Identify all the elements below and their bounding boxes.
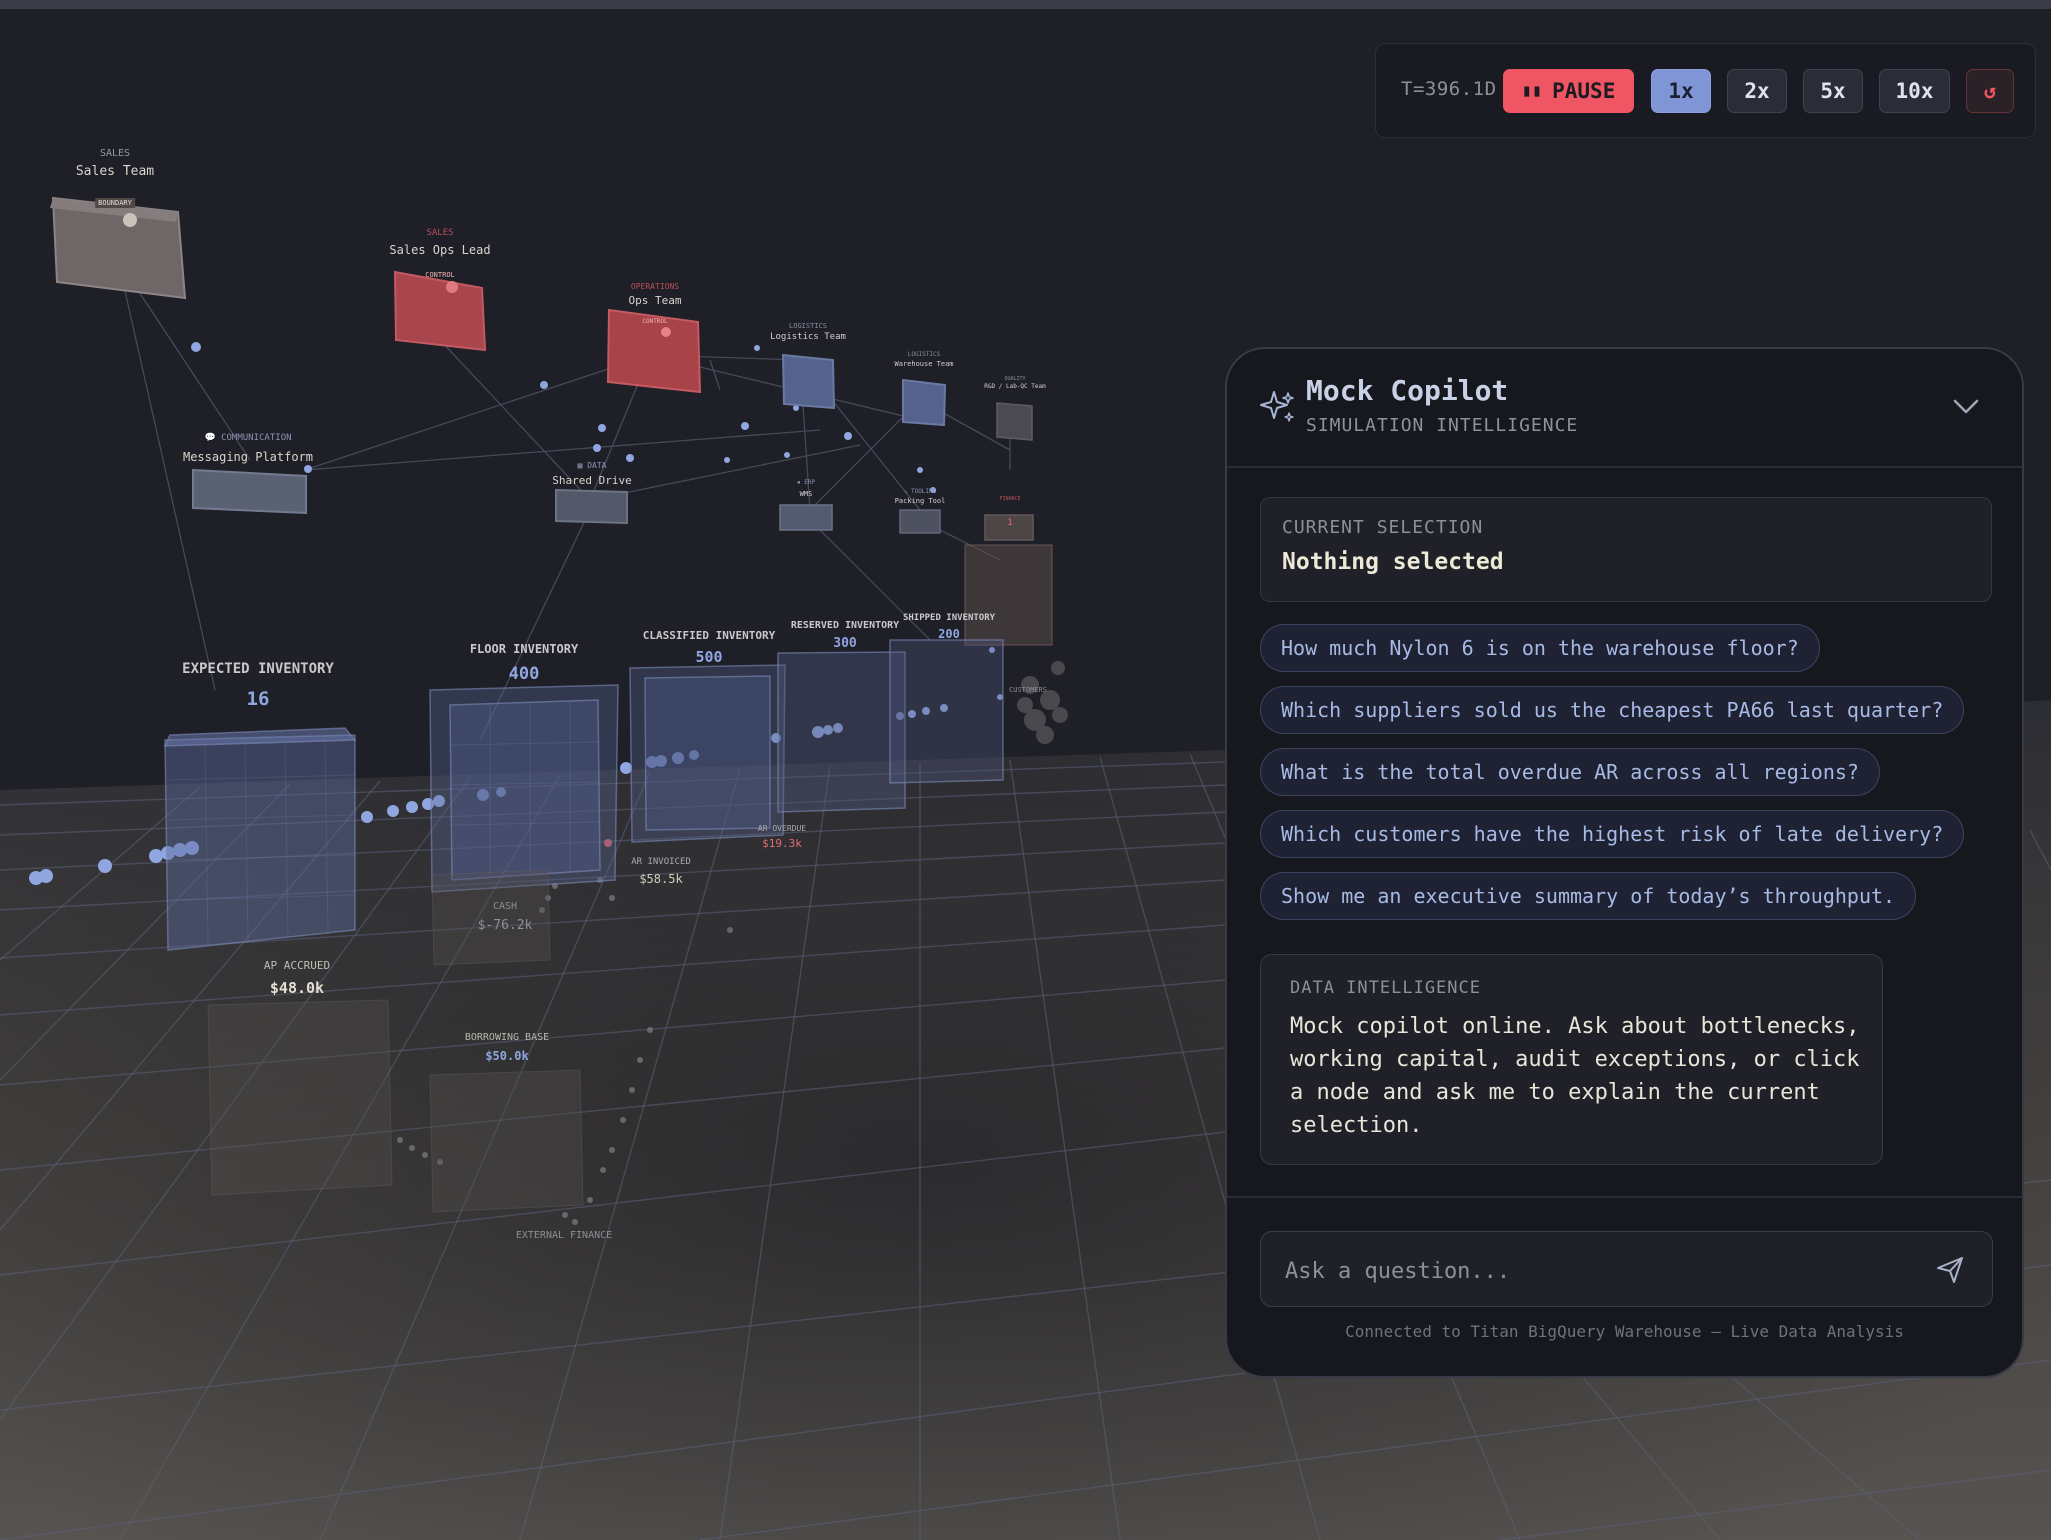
- ar-overdue-label[interactable]: AR OVERDUE: [758, 824, 806, 833]
- assistant-message-body: Mock copilot online. Ask about bottlenec…: [1290, 1014, 1860, 1138]
- qc-team-category: QUALITY: [1004, 376, 1026, 382]
- shared-drive-category: ▦ DATA: [577, 461, 607, 470]
- packing-tool-label[interactable]: Packing Tool: [895, 497, 946, 505]
- shared-drive-category-text: DATA: [587, 461, 607, 470]
- speed-2x-button[interactable]: 2x: [1727, 69, 1787, 113]
- floor-inventory-label[interactable]: FLOOR INVENTORY: [470, 642, 578, 656]
- suggestion-chip-4[interactable]: Which customers have the highest risk of…: [1260, 810, 1965, 858]
- finance-count: 1: [1007, 518, 1013, 528]
- wms-label[interactable]: WMS: [800, 490, 813, 498]
- speed-5x-button[interactable]: 5x: [1803, 69, 1863, 113]
- suggestion-chip-3[interactable]: What is the total overdue AR across all …: [1260, 748, 1880, 796]
- packing-tool-category: ↘ TOOLING: [903, 488, 937, 495]
- warehouse-team-label[interactable]: Warehouse Team: [894, 360, 953, 368]
- shipped-inventory-value: 200: [938, 627, 960, 641]
- borrowing-base-value: $50.0k: [485, 1049, 529, 1063]
- cash-label[interactable]: CASH: [493, 901, 517, 912]
- ar-invoiced-value: $58.5k: [639, 872, 683, 886]
- shared-drive-label[interactable]: Shared Drive: [552, 474, 631, 487]
- question-input-wrapper: [1260, 1231, 1993, 1307]
- expected-inventory-label[interactable]: EXPECTED INVENTORY: [182, 661, 334, 677]
- suggestion-chip-2[interactable]: Which suppliers sold us the cheapest PA6…: [1260, 686, 1965, 734]
- reserved-inventory-value: 300: [833, 636, 857, 651]
- packing-tool-category-text: TOOLING: [910, 488, 937, 495]
- logistics-team-label[interactable]: Logistics Team: [770, 332, 846, 342]
- sales-team-category: SALES: [99, 148, 131, 159]
- external-finance-label[interactable]: EXTERNAL FINANCE: [516, 1230, 612, 1241]
- send-icon[interactable]: [1934, 1254, 1966, 1286]
- ar-overdue-value: $19.3k: [762, 837, 802, 850]
- connection-footer: Connected to Titan BigQuery Warehouse — …: [1345, 1322, 1904, 1341]
- sales-team-label[interactable]: Sales Team: [76, 164, 154, 179]
- ops-team-category: OPERATIONS: [630, 282, 680, 291]
- ar-invoiced-label[interactable]: AR INVOICED: [631, 857, 691, 867]
- floor-inventory-value: 400: [508, 664, 540, 684]
- current-selection-card: CURRENT SELECTION Nothing selected: [1260, 497, 1992, 602]
- shipped-inventory-label[interactable]: SHIPPED INVENTORY: [903, 613, 995, 623]
- composer-divider: [1227, 1196, 2022, 1198]
- sales-ops-tag: CONTROL: [425, 271, 455, 279]
- question-input[interactable]: [1283, 1250, 1907, 1292]
- current-selection-label: CURRENT SELECTION: [1282, 517, 1484, 538]
- classified-inventory-value: 500: [695, 648, 723, 666]
- copilot-header: Mock Copilot SIMULATION INTELLIGENCE: [1227, 349, 2022, 468]
- logistics-team-category: LOGISTICS: [789, 322, 827, 330]
- simulation-controls: T=396.1D ▮▮ PAUSE 1x 2x 5x 10x ↺: [1375, 43, 2036, 138]
- sales-ops-category: SALES: [426, 228, 454, 238]
- copilot-panel: Mock Copilot SIMULATION INTELLIGENCE CUR…: [1225, 347, 2024, 1378]
- window-top-edge: [0, 0, 2051, 9]
- assistant-message: DATA INTELLIGENCE Mock copilot online. A…: [1260, 954, 1883, 1165]
- current-selection-value: Nothing selected: [1282, 549, 1504, 575]
- wms-category-text: ERP: [804, 479, 816, 486]
- finance-category: FINANCE: [999, 496, 1021, 502]
- sales-ops-label[interactable]: Sales Ops Lead: [389, 243, 490, 257]
- speed-10x-button[interactable]: 10x: [1879, 69, 1950, 113]
- ops-team-tag: CONTROL: [642, 318, 668, 325]
- borrowing-base-label[interactable]: BORROWING BASE: [465, 1032, 549, 1043]
- speed-1x-button[interactable]: 1x: [1651, 69, 1711, 113]
- reset-button[interactable]: ↺: [1966, 69, 2014, 113]
- chevron-down-icon[interactable]: [1951, 391, 1981, 421]
- warehouse-team-category: LOGISTICS: [907, 351, 941, 358]
- copilot-subtitle: SIMULATION INTELLIGENCE: [1306, 415, 1579, 436]
- ap-accrued-label[interactable]: AP ACCRUED: [264, 959, 330, 972]
- sparkle-icon: [1260, 391, 1294, 422]
- messaging-category: 💬 COMMUNICATION: [204, 433, 292, 443]
- suggestion-chip-5[interactable]: Show me an executive summary of today’s …: [1260, 872, 1917, 920]
- messaging-category-text: COMMUNICATION: [221, 433, 292, 443]
- classified-inventory-label[interactable]: CLASSIFIED INVENTORY: [643, 629, 775, 642]
- ops-team-label[interactable]: Ops Team: [629, 294, 682, 307]
- messaging-label[interactable]: Messaging Platform: [183, 450, 313, 464]
- ap-accrued-value: $48.0k: [269, 979, 325, 997]
- cash-value: $-76.2k: [477, 918, 533, 933]
- expected-inventory-value: 16: [246, 688, 270, 710]
- sales-team-tag: BOUNDARY: [95, 198, 135, 208]
- assistant-message-label: DATA INTELLIGENCE: [1290, 978, 1481, 998]
- copilot-title: Mock Copilot: [1306, 374, 1509, 407]
- reserved-inventory-label[interactable]: RESERVED INVENTORY: [791, 620, 899, 631]
- pause-icon: ▮▮: [1521, 81, 1543, 101]
- pause-button-label: PAUSE: [1552, 79, 1616, 103]
- reset-icon: ↺: [1983, 79, 1997, 103]
- suggestion-chip-1[interactable]: How much Nylon 6 is on the warehouse flo…: [1260, 624, 1820, 672]
- qc-team-label[interactable]: R&D / Lab-QC Team: [984, 383, 1045, 390]
- wms-category: ▪ ERP: [796, 479, 816, 486]
- pause-button[interactable]: ▮▮ PAUSE: [1503, 69, 1634, 113]
- sim-clock: T=396.1D: [1401, 78, 1497, 100]
- customers-label[interactable]: CUSTOMERS: [1009, 686, 1047, 694]
